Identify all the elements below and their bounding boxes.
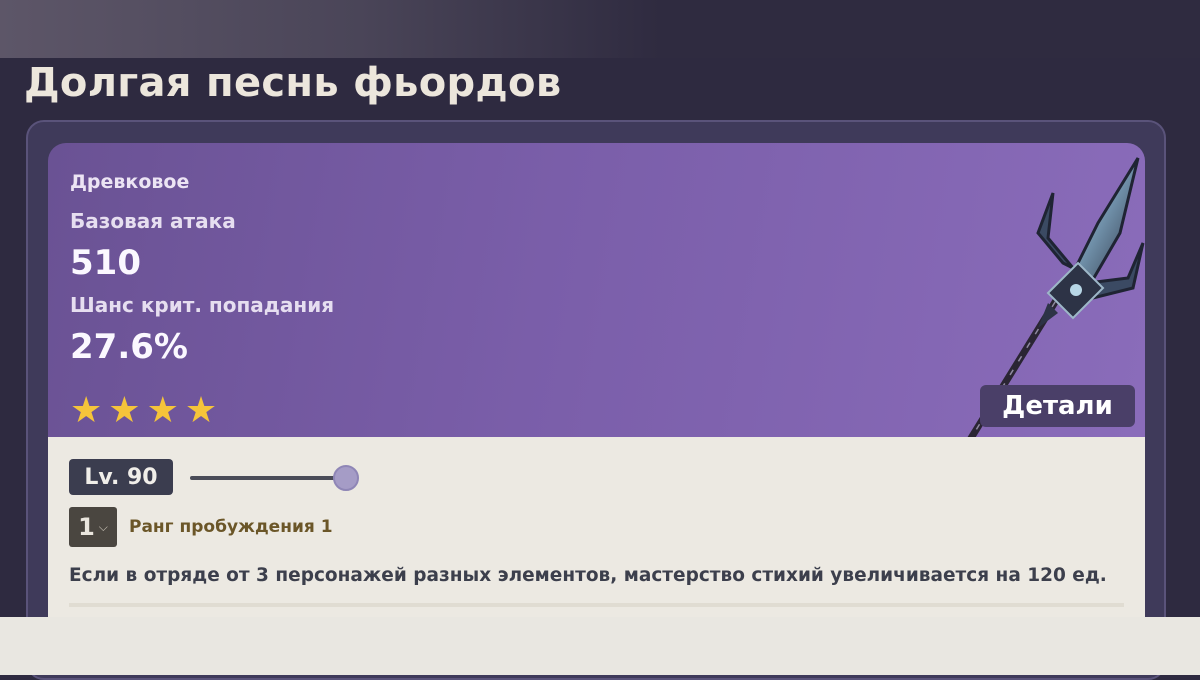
- base-atk-label: Базовая атака: [70, 209, 236, 233]
- star-icon: ★: [108, 390, 141, 431]
- crit-rate-label: Шанс крит. попадания: [70, 293, 335, 317]
- passive-description: Если в отряде от 3 персонажей разных эле…: [69, 565, 1107, 586]
- details-button[interactable]: Детали: [980, 385, 1135, 427]
- bottom-overlay: [0, 617, 1200, 675]
- page-title: Долгая песнь фьордов: [24, 60, 562, 106]
- weapon-type: Древковое: [70, 171, 190, 193]
- top-banner: [0, 0, 1200, 58]
- divider: [69, 603, 1124, 607]
- level-slider-handle[interactable]: [333, 465, 359, 491]
- weapon-card-header: Древковое Базовая атака 510 Шанс крит. п…: [48, 143, 1145, 439]
- level-slider-track[interactable]: [190, 476, 346, 480]
- refinement-label: Ранг пробуждения 1: [129, 517, 333, 537]
- star-icon: ★: [70, 390, 103, 431]
- star-icon: ★: [184, 390, 218, 431]
- chevron-down-icon: ⌵: [98, 519, 108, 534]
- level-label: Lv. 90: [69, 459, 173, 495]
- star-icon: ★: [146, 390, 179, 431]
- refinement-select[interactable]: 1 ⌵: [69, 507, 117, 547]
- refinement-value: 1: [78, 513, 95, 541]
- rarity-stars: ★ ★ ★ ★: [70, 393, 217, 429]
- crit-rate-value: 27.6%: [70, 327, 188, 367]
- base-atk-value: 510: [70, 243, 141, 283]
